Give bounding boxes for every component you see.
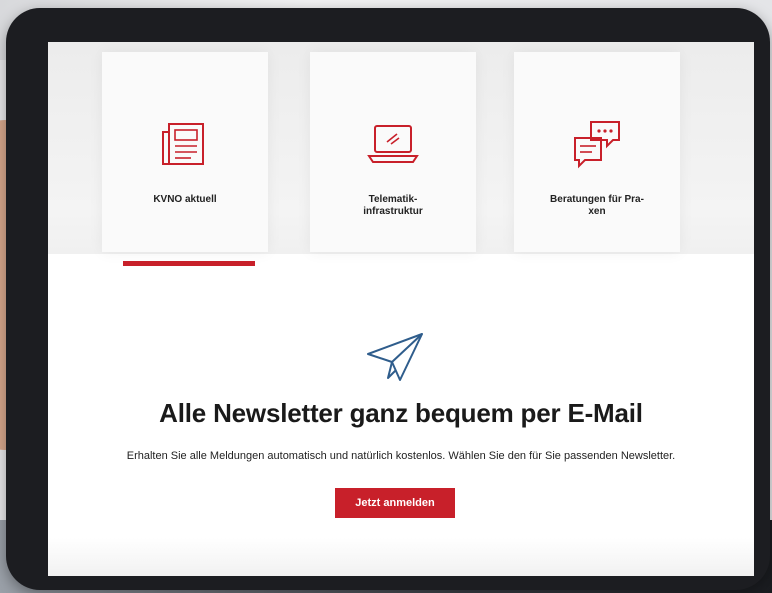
chat-bubbles-icon (574, 121, 620, 169)
active-tab-underline (123, 261, 255, 266)
tablet-screen: KVNO aktuell Telematik- infrastruktur Be… (48, 42, 754, 576)
newspaper-icon (162, 123, 204, 165)
newsletter-subtext: Erhalten Sie alle Meldungen automatisch … (126, 450, 676, 462)
tablet-device: KVNO aktuell Telematik- infrastruktur Be… (6, 8, 770, 590)
newsletter-headline: Alle Newsletter ganz bequem per E-Mail (159, 398, 643, 428)
bottom-strip (48, 538, 754, 576)
tile-label: Beratungen für Pra- xen (550, 194, 644, 217)
subscribe-button[interactable]: Jetzt anmelden (335, 488, 455, 518)
tile-telematik[interactable]: Telematik- infrastruktur (310, 52, 476, 252)
paper-plane-icon (367, 333, 423, 381)
tile-label: Telematik- infrastruktur (363, 194, 423, 217)
laptop-icon (367, 125, 419, 163)
tile-beratungen[interactable]: Beratungen für Pra- xen (514, 52, 680, 252)
tile-kvno-aktuell[interactable]: KVNO aktuell (102, 52, 268, 252)
tile-label: KVNO aktuell (153, 194, 217, 205)
